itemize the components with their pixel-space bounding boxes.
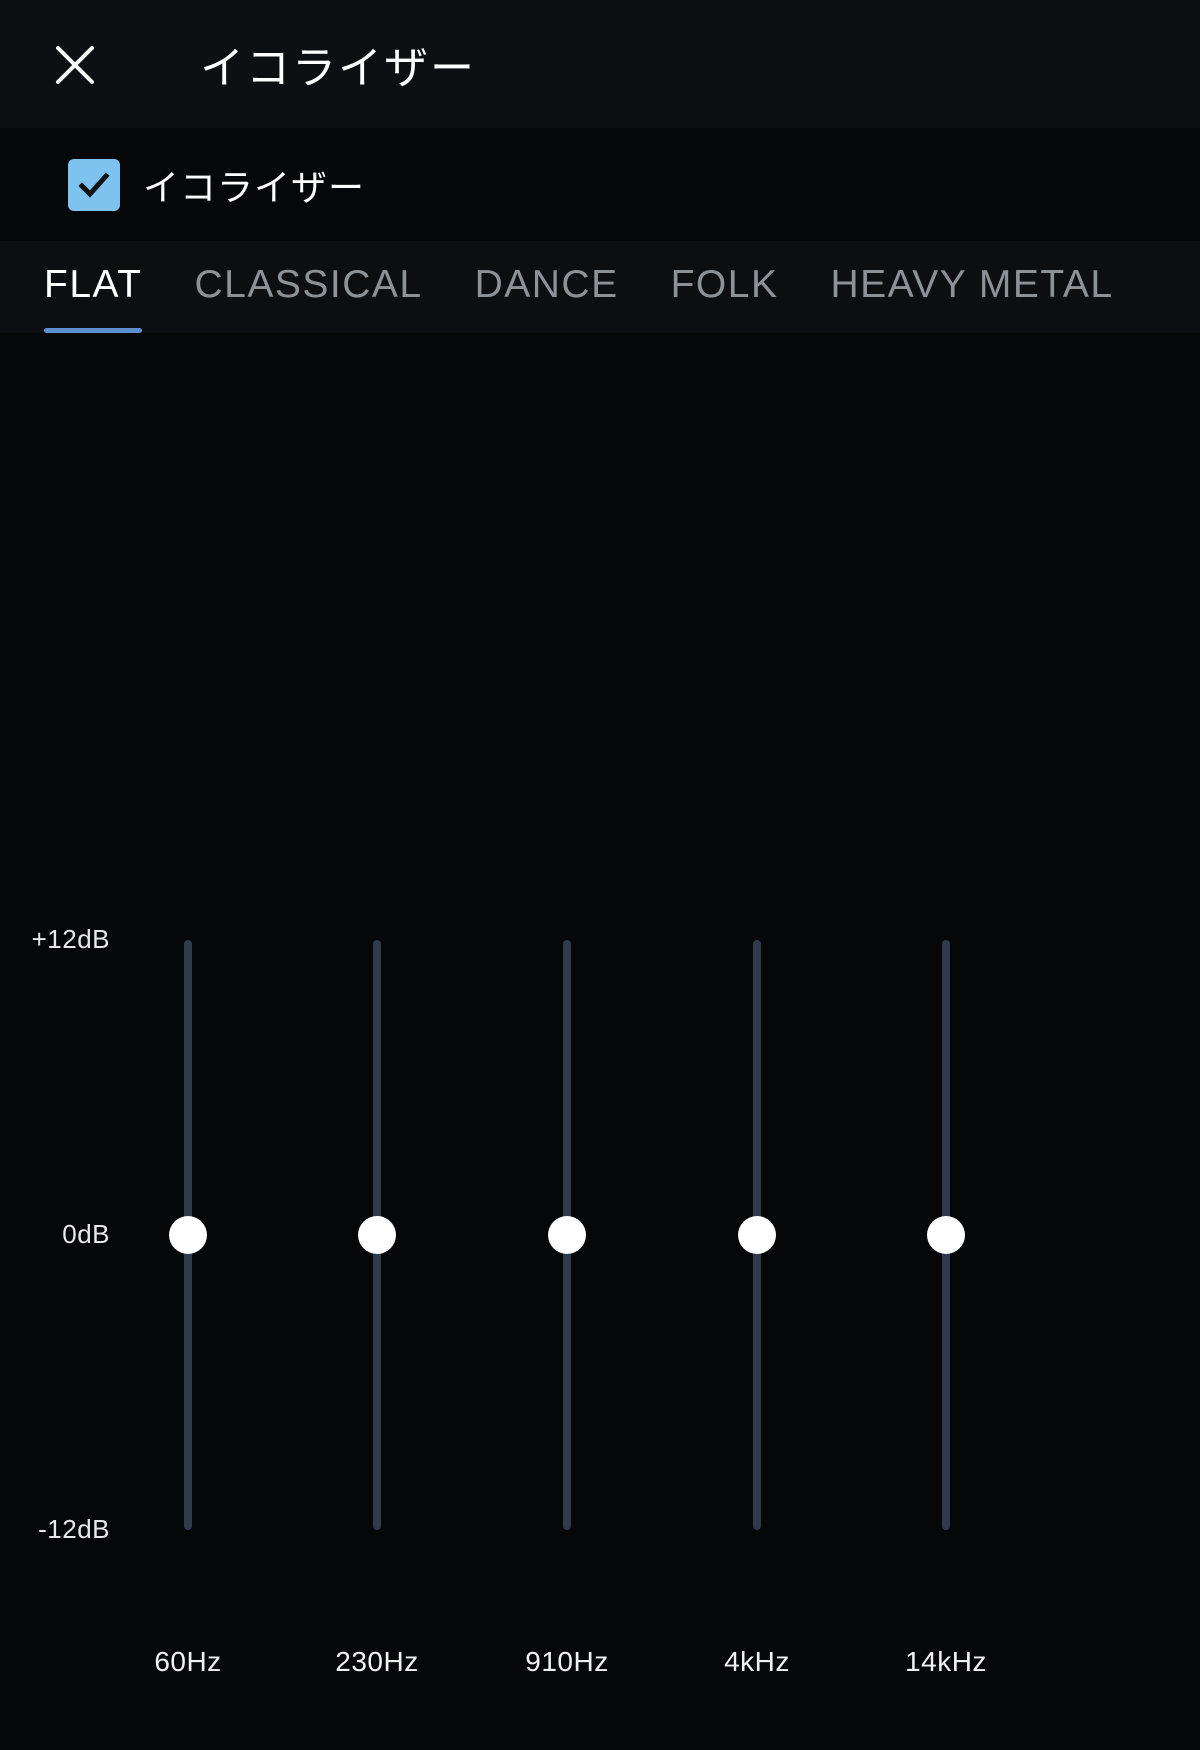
band-frequency-label: 60Hz [154,1646,222,1677]
tab-classical[interactable]: CLASSICAL [168,241,448,333]
close-button[interactable] [44,34,106,96]
band-slider-thumb[interactable] [548,1216,586,1254]
band-slider[interactable] [169,940,207,1530]
preset-tab-bar[interactable]: FLAT CLASSICAL DANCE FOLK HEAVY METAL [0,241,1200,333]
tab-label: FOLK [670,263,779,306]
band-slider-thumb[interactable] [738,1216,776,1254]
scale-label-mid: 0dB [62,1219,110,1249]
tab-label: CLASSICAL [194,263,423,306]
equalizer-panel: +12dB 0dB -12dB 60Hz 230Hz 910Hz 4kHz 14kHz [0,333,1200,1750]
equalizer-enable-row[interactable]: イコライザー [0,128,1200,241]
tab-folk[interactable]: FOLK [645,241,805,333]
title-bar: イコライザー [0,0,1200,128]
band-slider-thumb[interactable] [927,1216,965,1254]
tab-label: FLAT [44,263,143,306]
page-title: イコライザー [200,44,476,93]
close-icon [51,41,99,89]
band-slider[interactable] [358,940,396,1530]
band-frequency-label: 14kHz [905,1646,987,1677]
tab-dance[interactable]: DANCE [449,241,645,333]
tab-label: HEAVY METAL [830,263,1114,306]
band-frequency-label: 910Hz [525,1646,609,1677]
scale-label-min: -12dB [38,1514,110,1544]
band-slider[interactable] [548,940,586,1530]
tab-label: DANCE [474,263,619,306]
tab-heavy-metal[interactable]: HEAVY METAL [804,241,1139,333]
band-slider[interactable] [738,940,776,1530]
band-slider-thumb[interactable] [358,1216,396,1254]
band-frequency-label: 4kHz [724,1646,790,1677]
band-slider-thumb[interactable] [169,1216,207,1254]
check-icon [74,165,114,205]
tab-flat[interactable]: FLAT [0,241,168,333]
scale-label-max: +12dB [31,924,110,954]
band-frequency-label: 230Hz [335,1646,419,1677]
equalizer-enable-checkbox[interactable] [68,158,120,211]
band-slider[interactable] [927,940,965,1530]
equalizer-screen: イコライザー イコライザー FLAT CLASSICAL DANCE FOLK [0,0,1200,1750]
equalizer-enable-label: イコライザー [143,166,366,208]
